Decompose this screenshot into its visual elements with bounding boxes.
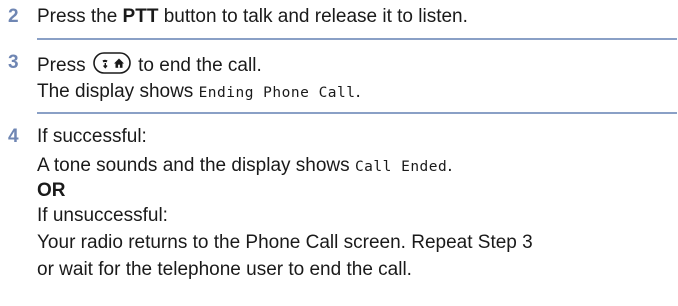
- display-suffix: .: [355, 81, 361, 102]
- ptt-button-name: PTT: [122, 6, 159, 27]
- success-suffix: .: [447, 155, 453, 176]
- step-number: 4: [8, 126, 19, 147]
- step-number: 2: [8, 6, 19, 27]
- step-3-text-before: Press: [37, 55, 86, 76]
- divider: [37, 112, 677, 114]
- success-prefix: A tone sounds and the display shows: [37, 155, 355, 176]
- display-message-ended: Call Ended: [354, 159, 448, 175]
- step-3-line-2: The display shows Ending Phone Call.: [37, 81, 361, 104]
- step-2-text-before: Press the: [37, 6, 123, 27]
- or-label: OR: [37, 180, 66, 201]
- end-call-home-key-icon: [93, 52, 131, 80]
- step-number: 3: [8, 52, 19, 73]
- divider: [37, 38, 677, 40]
- success-line: A tone sounds and the display shows Call…: [37, 155, 453, 178]
- success-label: If successful:: [37, 126, 147, 147]
- fail-line-1: Your radio returns to the Phone Call scr…: [37, 232, 533, 253]
- fail-line-2: or wait for the telephone user to end th…: [37, 259, 412, 280]
- step-2-text: Press the PTT button to talk and release…: [37, 6, 468, 28]
- display-prefix: The display shows: [37, 81, 199, 102]
- step-3-line-1: Press to end the call.: [37, 52, 262, 80]
- step-2-text-after: button to talk and release it to listen.: [158, 6, 468, 27]
- display-message-ending: Ending Phone Call: [198, 85, 356, 101]
- step-3-text-after: to end the call.: [138, 55, 262, 76]
- fail-label: If unsuccessful:: [37, 205, 168, 226]
